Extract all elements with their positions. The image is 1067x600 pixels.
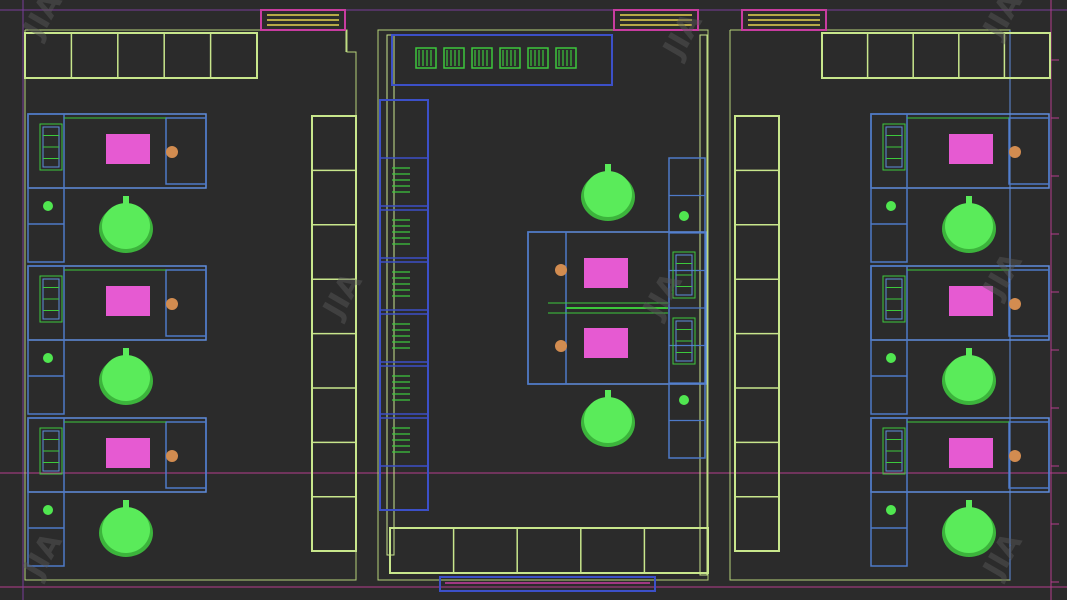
plant-icon: [43, 505, 53, 515]
monitor-icon: [106, 286, 150, 316]
lamp-icon: [166, 298, 178, 310]
plant-icon: [886, 505, 896, 515]
lamp-icon: [1009, 450, 1021, 462]
chair-headrest: [966, 196, 972, 204]
chair-seat: [102, 507, 150, 553]
lamp-icon: [1009, 298, 1021, 310]
chair-seat: [584, 171, 632, 217]
lamp-icon: [555, 264, 567, 276]
monitor-icon: [106, 438, 150, 468]
chair-headrest: [966, 500, 972, 508]
chair-headrest: [605, 390, 611, 398]
lamp-icon: [1009, 146, 1021, 158]
floor-plan-canvas: JIA JIA JIAJIA JIA JIAJIA JIA: [0, 0, 1067, 600]
chair-seat: [102, 203, 150, 249]
chair-seat: [945, 355, 993, 401]
monitor-icon: [949, 438, 993, 468]
monitor-icon: [584, 258, 628, 288]
monitor-icon: [584, 328, 628, 358]
lamp-icon: [166, 146, 178, 158]
monitor-icon: [949, 134, 993, 164]
chair-headrest: [966, 348, 972, 356]
plant-icon: [43, 201, 53, 211]
chair-headrest: [123, 500, 129, 508]
lamp-icon: [166, 450, 178, 462]
chair-headrest: [605, 164, 611, 172]
chair-seat: [945, 203, 993, 249]
chair-seat: [584, 397, 632, 443]
chair-seat: [102, 355, 150, 401]
chair-headrest: [123, 196, 129, 204]
chair-seat: [945, 507, 993, 553]
lamp-icon: [555, 340, 567, 352]
plant-icon: [679, 211, 689, 221]
chair-headrest: [123, 348, 129, 356]
plant-icon: [886, 353, 896, 363]
plant-icon: [679, 395, 689, 405]
plant-icon: [886, 201, 896, 211]
plant-icon: [43, 353, 53, 363]
monitor-icon: [106, 134, 150, 164]
